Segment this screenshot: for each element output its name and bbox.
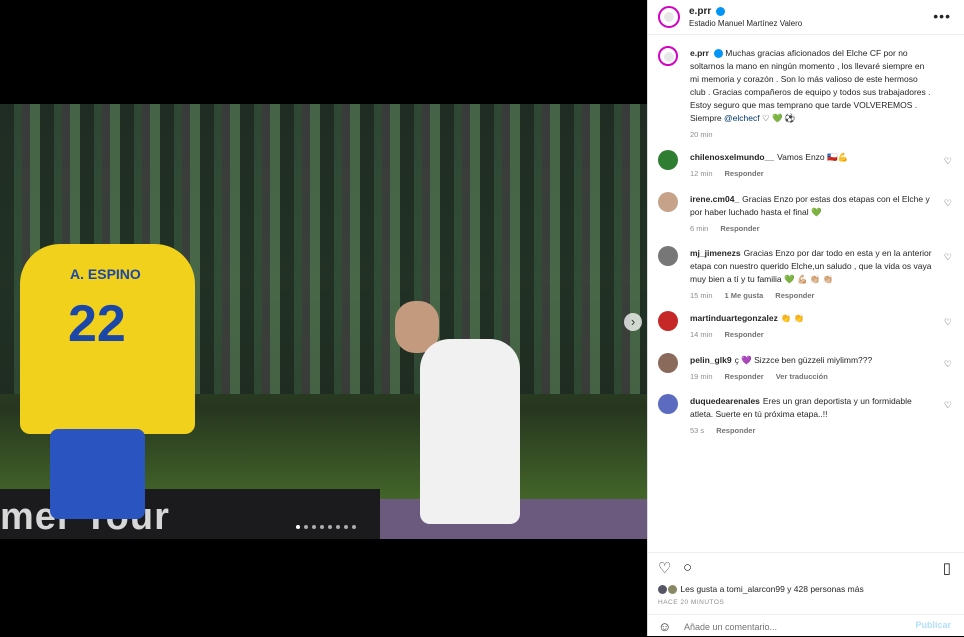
comment-username[interactable]: irene.cm04_ [690, 194, 739, 204]
comment-username[interactable]: duquedearenales [690, 396, 760, 406]
player-shirt-number: 22 [68, 295, 126, 353]
comment-body: 👏 👏 [780, 313, 805, 323]
player-yellow-shorts [50, 429, 145, 519]
carousel-dot [328, 525, 332, 529]
player-white-kit [420, 339, 520, 524]
comment-body: Vamos Enzo 🇨🇱💪 [777, 152, 849, 162]
comment-icon[interactable]: ○ [683, 559, 692, 576]
reply-button[interactable]: Responder [725, 169, 764, 178]
carousel-dot [352, 525, 356, 529]
header-username-text[interactable]: e.prr [689, 6, 711, 17]
avatar[interactable] [658, 6, 680, 28]
reply-button[interactable]: Responder [725, 372, 764, 381]
caption-mention[interactable]: @elchecf [724, 113, 760, 123]
publish-button[interactable]: Publicar [915, 620, 951, 630]
comment-like-icon[interactable]: ♡ [944, 252, 952, 263]
add-comment-bar: ☺ Publicar [648, 614, 964, 637]
reply-button[interactable]: Responder [775, 291, 814, 300]
comment-username[interactable]: martinduartegonzalez [690, 313, 778, 323]
comment-like-icon[interactable]: ♡ [944, 400, 952, 411]
translate-button[interactable]: Ver traducción [776, 372, 828, 381]
comment-like-icon[interactable]: ♡ [944, 359, 952, 370]
carousel-dot [344, 525, 348, 529]
post-header: e.prr Estadio Manuel Martínez Valero ••• [648, 0, 964, 35]
comment-text: duquedearenales Eres un gran deportista y… [690, 395, 935, 421]
location-link[interactable]: Estadio Manuel Martínez Valero [689, 19, 802, 28]
comment-time[interactable]: 14 min [690, 330, 713, 339]
carousel-dot [320, 525, 324, 529]
comment-like-icon[interactable]: ♡ [944, 156, 952, 167]
caption-meta: 20 min [690, 130, 725, 139]
comment-meta: 19 min Responder Ver traducción [690, 372, 840, 381]
reply-button[interactable]: Responder [720, 224, 759, 233]
post-photo[interactable]: mer Tour A. ESPINO 22 [0, 104, 647, 539]
comment-text: mj_jimenezs Gracias Enzo por dar todo en … [690, 247, 935, 286]
caption-body: Muchas gracias aficionados del Elche CF … [690, 48, 931, 123]
comment-username[interactable]: mj_jimenezs [690, 248, 741, 258]
bookmark-icon[interactable]: ▯ [943, 559, 951, 577]
likes-summary[interactable]: Les gusta a tomi_alarcon99 y 428 persona… [658, 584, 864, 595]
comment-username[interactable]: pelin_glk9 [690, 355, 732, 365]
more-options-icon[interactable]: ••• [933, 8, 951, 24]
caption-avatar[interactable] [658, 46, 678, 66]
carousel-dot [312, 525, 316, 529]
comment-likes[interactable]: 1 Me gusta [725, 291, 764, 300]
comment-text: martinduartegonzalez 👏 👏 [690, 312, 935, 325]
caption-emojis: ♡ 💚 ⚽ [761, 113, 796, 123]
comment-avatar[interactable] [658, 246, 678, 266]
comment-meta: 53 s Responder [690, 426, 767, 435]
comment-time[interactable]: 53 s [690, 426, 704, 435]
comment-like-icon[interactable]: ♡ [944, 317, 952, 328]
carousel-dot [336, 525, 340, 529]
comment-time[interactable]: 12 min [690, 169, 713, 178]
comment-meta: 15 min 1 Me gusta Responder [690, 291, 826, 300]
comment-avatar[interactable] [658, 353, 678, 373]
carousel-dot [296, 525, 300, 529]
reply-button[interactable]: Responder [716, 426, 755, 435]
comment-like-icon[interactable]: ♡ [944, 198, 952, 209]
liker-avatar [668, 585, 677, 595]
comment-avatar[interactable] [658, 150, 678, 170]
next-slide-button[interactable]: › [624, 313, 642, 331]
comment-time[interactable]: 19 min [690, 372, 713, 381]
comment-time[interactable]: 6 min [690, 224, 708, 233]
player-shirt-name: A. ESPINO [70, 266, 141, 282]
comment-avatar[interactable] [658, 394, 678, 414]
likes-text[interactable]: Les gusta a tomi_alarcon99 y 428 persona… [680, 584, 863, 594]
verified-badge-icon [716, 6, 726, 16]
comment-meta: 12 min Responder [690, 169, 776, 178]
comment-body: ç 💜 Sizzce ben güzzeli miylimm??? [734, 355, 873, 365]
comment-text: pelin_glk9 ç 💜 Sizzce ben güzzeli miylimm… [690, 354, 935, 367]
chevron-right-icon: › [630, 314, 636, 329]
carousel-dots [296, 525, 356, 529]
posted-ago[interactable]: HACE 20 MINUTOS [658, 599, 724, 606]
comment-text: chilenosxelmundo__ Vamos Enzo 🇨🇱💪 [690, 151, 935, 164]
liker-avatar [658, 585, 667, 595]
action-bar: ♡ ○ ▯ [648, 552, 964, 581]
comment-avatar[interactable] [658, 192, 678, 212]
comment-input[interactable] [682, 618, 906, 636]
comment-time[interactable]: 15 min [690, 291, 713, 300]
comment-meta: 14 min Responder [690, 330, 776, 339]
verified-badge-icon [713, 49, 723, 59]
comment-avatar[interactable] [658, 311, 678, 331]
caption-username[interactable]: e.prr [690, 48, 709, 58]
heart-icon[interactable]: ♡ [658, 559, 671, 577]
caption-text: e.prr Muchas gracias aficionados del Elc… [690, 47, 935, 125]
header-username[interactable]: e.prr [689, 6, 726, 17]
reply-button[interactable]: Responder [725, 330, 764, 339]
post-media: mer Tour A. ESPINO 22 › [0, 0, 647, 636]
comment-username[interactable]: chilenosxelmundo__ [690, 152, 774, 162]
comment-meta: 6 min Responder [690, 224, 772, 233]
comment-text: irene.cm04_ Gracias Enzo por estas dos et… [690, 193, 935, 219]
emoji-icon[interactable]: ☺ [658, 619, 671, 634]
post-side-panel: e.prr Estadio Manuel Martínez Valero •••… [647, 0, 964, 636]
carousel-dot [304, 525, 308, 529]
caption-time[interactable]: 20 min [690, 130, 713, 139]
